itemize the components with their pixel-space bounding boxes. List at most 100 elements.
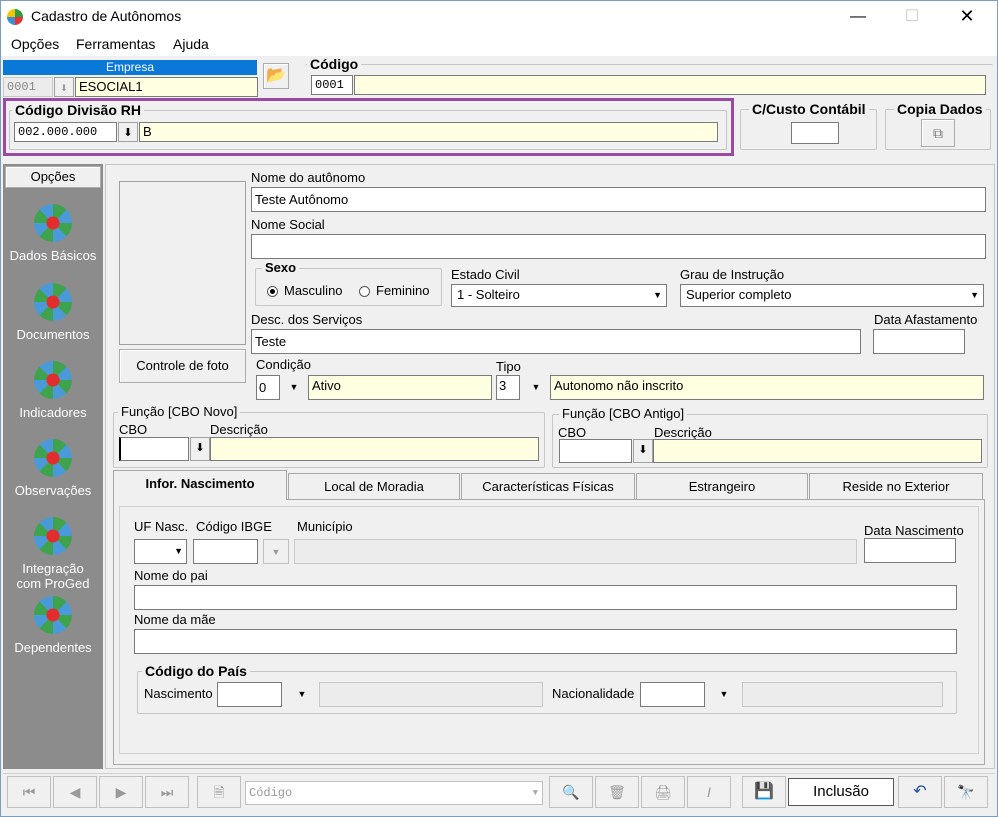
cbo-antigo-desc-field (653, 439, 982, 463)
codigo-field[interactable]: 0001 (311, 75, 353, 95)
menu-ferramentas[interactable]: Ferramentas (76, 36, 155, 52)
open-folder-icon[interactable]: 📂 (263, 63, 289, 89)
divisao-desc-field: B (139, 122, 718, 142)
integracao-icon (34, 517, 72, 555)
copia-title: Copia Dados (894, 101, 986, 117)
tipo-dropdown-icon[interactable]: ▼ (526, 375, 546, 400)
sidebar-item-observacoes[interactable]: Observações (3, 439, 103, 498)
tab-local-moradia[interactable]: Local de Moradia (288, 473, 460, 499)
undo-icon[interactable]: ↶ (898, 776, 942, 808)
print-icon[interactable]: 🖨 (641, 776, 685, 808)
radio-unchecked-icon (359, 286, 370, 298)
menu-opcoes[interactable]: Opções (11, 36, 59, 52)
sidebar-item-documentos[interactable]: Documentos (3, 283, 103, 342)
sidebar-item-label: Dependentes (14, 640, 92, 655)
nascimento-pais-desc (319, 682, 543, 707)
new-document-icon[interactable]: 🗎 (197, 776, 241, 808)
data-nascimento-label: Data Nascimento (864, 523, 964, 538)
municipio-field (294, 539, 857, 564)
data-afastamento-label: Data Afastamento (874, 312, 978, 327)
sidebar-item-label: Documentos (16, 327, 90, 342)
nome-social-input[interactable] (251, 234, 986, 259)
grau-select[interactable]: Superior completo ▼ (680, 284, 984, 307)
main-window: Cadastro de Autônomos — ☐ ✕ Opções Ferra… (0, 0, 998, 817)
ibge-dropdown-icon[interactable]: ▼ (263, 539, 289, 564)
sidebar-item-integracao-proged[interactable]: Integração com ProGed (3, 517, 103, 591)
grau-label: Grau de Instrução (680, 267, 785, 282)
cbo-novo-dropdown-icon[interactable]: ⬇ (190, 437, 210, 461)
codigo-ibge-input[interactable] (193, 539, 258, 564)
sexo-title: Sexo (262, 260, 300, 275)
sidebar-item-label: Dados Básicos (9, 248, 97, 263)
nascimento-pais-label: Nascimento (144, 686, 213, 701)
cbo-antigo-desc-label: Descrição (654, 425, 712, 440)
estado-civil-select[interactable]: 1 - Solteiro ▼ (451, 284, 667, 307)
empresa-header: Empresa (3, 60, 257, 75)
binoculars-icon[interactable]: 🔭 (944, 776, 988, 808)
divisao-dropdown-icon[interactable]: ⬇ (118, 122, 138, 142)
nacionalidade-input[interactable] (640, 682, 705, 707)
codigo-desc-field (354, 75, 986, 95)
nome-label: Nome do autônomo (251, 170, 366, 185)
cbo-antigo-input[interactable] (559, 439, 632, 463)
cbo-novo-title: Função [CBO Novo] (118, 404, 241, 419)
maximize-icon[interactable]: ☐ (889, 1, 935, 32)
copy-data-icon[interactable]: ⧉ (921, 119, 955, 147)
prev-record-icon[interactable]: ◀ (53, 776, 97, 808)
cbo-antigo-dropdown-icon[interactable]: ⬇ (633, 439, 653, 463)
estado-civil-value: 1 - Solteiro (457, 287, 520, 302)
uf-nasc-label: UF Nasc. (134, 519, 189, 534)
ccusto-title: C/Custo Contábil (749, 101, 869, 117)
delete-icon[interactable]: 🗑 (595, 776, 639, 808)
tab-reside-exterior[interactable]: Reside no Exterior (809, 473, 983, 499)
cbo-novo-input[interactable] (119, 437, 189, 461)
nacionalidade-dropdown-icon[interactable]: ▼ (711, 682, 737, 707)
close-icon[interactable]: ✕ (944, 1, 990, 32)
uf-nasc-select[interactable]: ▼ (134, 539, 187, 564)
sidebar-item-indicadores[interactable]: Indicadores (3, 361, 103, 420)
info-icon[interactable]: I (687, 776, 731, 808)
empresa-dropdown-icon[interactable]: ⬇ (54, 77, 74, 97)
radio-feminino[interactable]: Feminino (359, 283, 429, 298)
ccusto-field[interactable] (791, 122, 839, 144)
nacionalidade-label: Nacionalidade (552, 686, 635, 701)
nome-mae-input[interactable] (134, 629, 957, 654)
desc-servicos-input[interactable]: Teste (251, 329, 861, 354)
condicao-code-input[interactable]: 0 (256, 375, 280, 400)
nascimento-pais-input[interactable] (217, 682, 282, 707)
nome-pai-input[interactable] (134, 585, 957, 610)
nome-input[interactable]: Teste Autônomo (251, 187, 986, 212)
tipo-desc-field: Autonomo não inscrito (550, 375, 984, 400)
chevron-down-icon: ▼ (174, 546, 183, 556)
radio-checked-icon (267, 286, 278, 298)
last-record-icon[interactable]: ⏭ (145, 776, 189, 808)
photo-control-button[interactable]: Controle de foto (119, 349, 246, 383)
cbo-antigo-cbo-label: CBO (558, 425, 587, 440)
tab-caracteristicas-fisicas[interactable]: Características Físicas (461, 473, 635, 499)
tipo-code-input[interactable]: 3 (496, 375, 520, 400)
empresa-code-field[interactable]: 0001 (3, 77, 53, 97)
tab-infor-nascimento[interactable]: Infor. Nascimento (113, 470, 287, 500)
app-icon (7, 9, 23, 25)
data-afastamento-input[interactable] (873, 329, 965, 354)
masculino-label: Masculino (284, 283, 343, 298)
first-record-icon[interactable]: ⏮ (7, 776, 51, 808)
lookup-icon[interactable]: 🔍 (549, 776, 593, 808)
cbo-novo-desc-label: Descrição (210, 422, 268, 437)
divisao-code-field[interactable]: 002.000.000 (14, 122, 117, 142)
tipo-label: Tipo (496, 359, 521, 374)
municipio-label: Município (297, 519, 353, 534)
sidebar-item-dependentes[interactable]: Dependentes (3, 596, 103, 655)
save-icon[interactable]: 💾 (742, 776, 786, 808)
search-code-field[interactable]: Código ▼ (245, 781, 543, 805)
nome-social-label: Nome Social (251, 217, 325, 232)
condicao-dropdown-icon[interactable]: ▼ (284, 375, 304, 400)
next-record-icon[interactable]: ▶ (99, 776, 143, 808)
minimize-icon[interactable]: — (835, 1, 881, 32)
menu-ajuda[interactable]: Ajuda (173, 36, 209, 52)
sidebar-item-dados-basicos[interactable]: Dados Básicos (3, 204, 103, 263)
data-nascimento-input[interactable] (864, 538, 956, 563)
tab-estrangeiro[interactable]: Estrangeiro (636, 473, 808, 499)
radio-masculino[interactable]: Masculino (267, 283, 343, 298)
nascimento-pais-dropdown-icon[interactable]: ▼ (289, 682, 315, 707)
